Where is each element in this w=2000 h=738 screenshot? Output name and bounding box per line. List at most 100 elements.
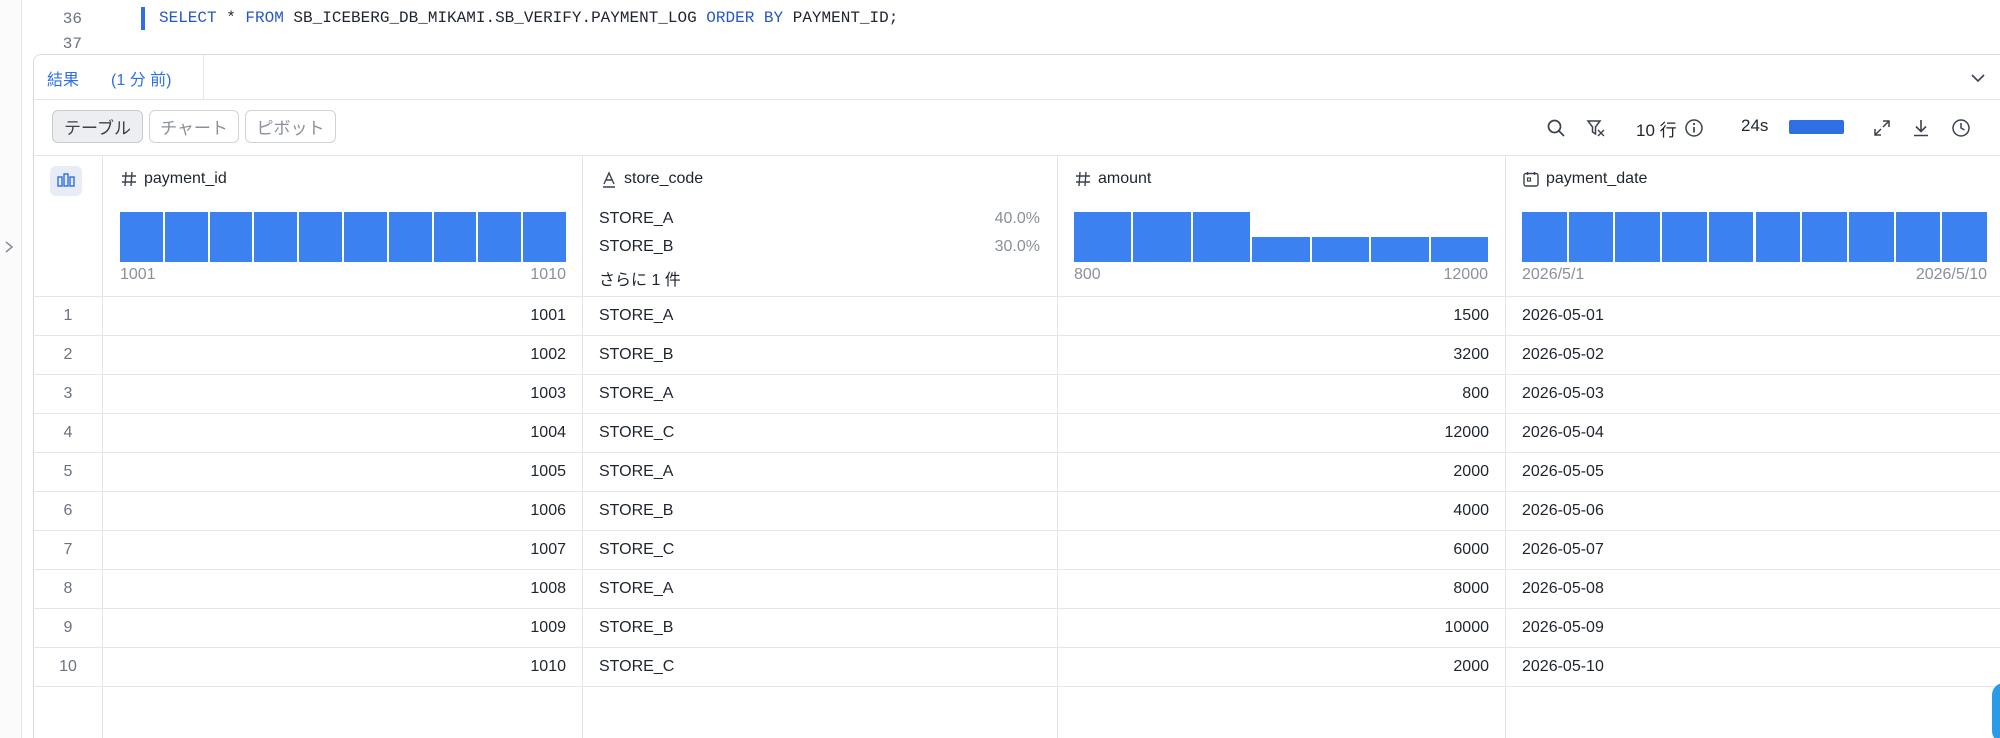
cell-amount[interactable]: 3200 [1069, 335, 1489, 374]
histogram-bar[interactable] [1311, 237, 1370, 262]
cell-amount[interactable]: 12000 [1069, 413, 1490, 452]
histogram-bar[interactable] [1755, 212, 1801, 262]
ai-assistant-button[interactable] [1992, 683, 2000, 738]
cell-store-code[interactable]: STORE_C [599, 413, 1039, 452]
row-number[interactable]: 7 [34, 530, 102, 569]
sql-editor[interactable]: 36 SELECT * FROM SB_ICEBERG_DB_MIKAMI.SB… [22, 0, 2000, 55]
cell-amount[interactable]: 2000 [1069, 452, 1489, 491]
cell-payment-id[interactable]: 1001 [114, 296, 566, 335]
histogram-bar[interactable] [1133, 212, 1191, 262]
search-icon[interactable] [1546, 118, 1566, 138]
histogram-bar[interactable] [1848, 212, 1894, 262]
cell-amount[interactable]: 10000 [1069, 608, 1490, 647]
cell-store-code[interactable]: STORE_A [599, 296, 1039, 335]
cell-store-code[interactable]: STORE_C [599, 647, 1039, 686]
expand-icon[interactable] [1872, 118, 1892, 138]
more-categories-link[interactable]: さらに 1 件 [599, 266, 681, 290]
cell-store-code[interactable]: STORE_A [599, 374, 1039, 413]
histogram-bar[interactable] [388, 212, 432, 262]
cell-payment-date[interactable]: 2026-05-09 [1522, 608, 1982, 647]
view-chart-button[interactable]: チャート [149, 110, 239, 143]
row-number[interactable]: 10 [34, 647, 102, 686]
cell-store-code[interactable]: STORE_C [599, 530, 1039, 569]
cell-store-code[interactable]: STORE_B [599, 491, 1039, 530]
filter-icon[interactable] [1586, 118, 1606, 138]
cell-payment-date[interactable]: 2026-05-02 [1522, 335, 1982, 374]
cell-payment-id[interactable]: 1009 [114, 608, 566, 647]
column-header-store-code[interactable]: store_code [600, 170, 703, 188]
histogram-bar[interactable] [1192, 212, 1251, 262]
cell-payment-date[interactable]: 2026-05-03 [1522, 374, 1982, 413]
history-icon[interactable] [1951, 118, 1971, 138]
cell-payment-date[interactable]: 2026-05-05 [1522, 452, 1982, 491]
cell-store-code[interactable]: STORE_A [599, 452, 1039, 491]
cell-payment-date[interactable]: 2026-05-07 [1522, 530, 1982, 569]
cell-payment-date[interactable]: 2026-05-01 [1522, 296, 1982, 335]
cell-payment-id[interactable]: 1004 [114, 413, 566, 452]
row-number[interactable]: 5 [34, 452, 102, 491]
download-icon[interactable] [1911, 118, 1931, 138]
cell-amount[interactable]: 1500 [1069, 296, 1489, 335]
histogram-bar[interactable] [433, 212, 477, 262]
histogram-bar[interactable] [1522, 212, 1567, 262]
row-number[interactable]: 3 [34, 374, 102, 413]
sql-statement[interactable]: SELECT * FROM SB_ICEBERG_DB_MIKAMI.SB_VE… [159, 9, 898, 27]
row-number[interactable]: 4 [34, 413, 102, 452]
cell-payment-id[interactable]: 1002 [114, 335, 566, 374]
histogram-bar[interactable] [1371, 237, 1429, 262]
histogram-bar[interactable] [523, 212, 566, 262]
cell-store-code[interactable]: STORE_A [599, 569, 1039, 608]
histogram-bar[interactable] [344, 212, 387, 262]
histogram-bar[interactable] [1662, 212, 1707, 262]
histogram-bar[interactable] [299, 212, 342, 262]
cell-payment-id[interactable]: 1003 [114, 374, 566, 413]
column-header-amount[interactable]: amount [1074, 170, 1151, 188]
histogram-bar[interactable] [164, 212, 208, 262]
histogram-bar[interactable] [120, 212, 163, 262]
info-icon[interactable] [1684, 118, 1704, 138]
row-number[interactable]: 2 [34, 335, 102, 374]
cell-amount[interactable]: 800 [1069, 374, 1489, 413]
histogram-bar[interactable] [1895, 212, 1941, 262]
chevron-down-icon[interactable] [1969, 69, 1987, 87]
view-pivot-button[interactable]: ピボット [245, 110, 336, 143]
view-table-button[interactable]: テーブル [52, 110, 143, 143]
cell-amount[interactable]: 2000 [1069, 647, 1489, 686]
sql-text: SB_ICEBERG_DB_MIKAMI.SB_VERIFY.PAYMENT_L… [283, 9, 707, 27]
cell-store-code[interactable]: STORE_B [599, 608, 1039, 647]
cell-payment-id[interactable]: 1005 [114, 452, 566, 491]
row-number[interactable]: 6 [34, 491, 102, 530]
column-header-payment-id[interactable]: payment_id [120, 170, 227, 188]
cell-amount[interactable]: 8000 [1069, 569, 1489, 608]
histogram-bar[interactable] [1942, 212, 1987, 262]
cell-payment-id[interactable]: 1010 [114, 647, 566, 686]
cell-payment-date[interactable]: 2026-05-06 [1522, 491, 1982, 530]
histogram-bar[interactable] [1615, 212, 1661, 262]
cell-payment-id[interactable]: 1008 [114, 569, 566, 608]
cell-payment-date[interactable]: 2026-05-08 [1522, 569, 1982, 608]
histogram-bar[interactable] [254, 212, 298, 262]
histogram-bar[interactable] [1430, 237, 1488, 262]
cell-payment-id[interactable]: 1007 [114, 530, 566, 569]
cell-amount[interactable]: 6000 [1069, 530, 1489, 569]
cell-store-code[interactable]: STORE_B [599, 335, 1039, 374]
histogram-bar[interactable] [209, 212, 253, 262]
histogram-bar[interactable] [478, 212, 522, 262]
column-header-payment-date[interactable]: payment_date [1522, 170, 1647, 188]
row-number[interactable]: 9 [34, 608, 102, 647]
cell-payment-id[interactable]: 1006 [114, 491, 566, 530]
histogram-bar[interactable] [1802, 212, 1847, 262]
histogram-bar[interactable] [1074, 212, 1132, 262]
column-stats-toggle[interactable] [50, 166, 82, 196]
row-number[interactable]: 1 [34, 296, 102, 335]
cell-amount[interactable]: 4000 [1069, 491, 1489, 530]
histogram-bar[interactable] [1568, 212, 1614, 262]
row-number[interactable]: 8 [34, 569, 102, 608]
tab-results[interactable]: 結果 (1 分 前) [34, 55, 204, 100]
column-divider [1057, 156, 1058, 738]
histogram-bar[interactable] [1708, 212, 1754, 262]
cell-payment-date[interactable]: 2026-05-10 [1522, 647, 1982, 686]
cell-payment-date[interactable]: 2026-05-04 [1522, 413, 1982, 452]
chevron-right-icon[interactable] [2, 240, 16, 254]
histogram-bar[interactable] [1252, 237, 1310, 262]
